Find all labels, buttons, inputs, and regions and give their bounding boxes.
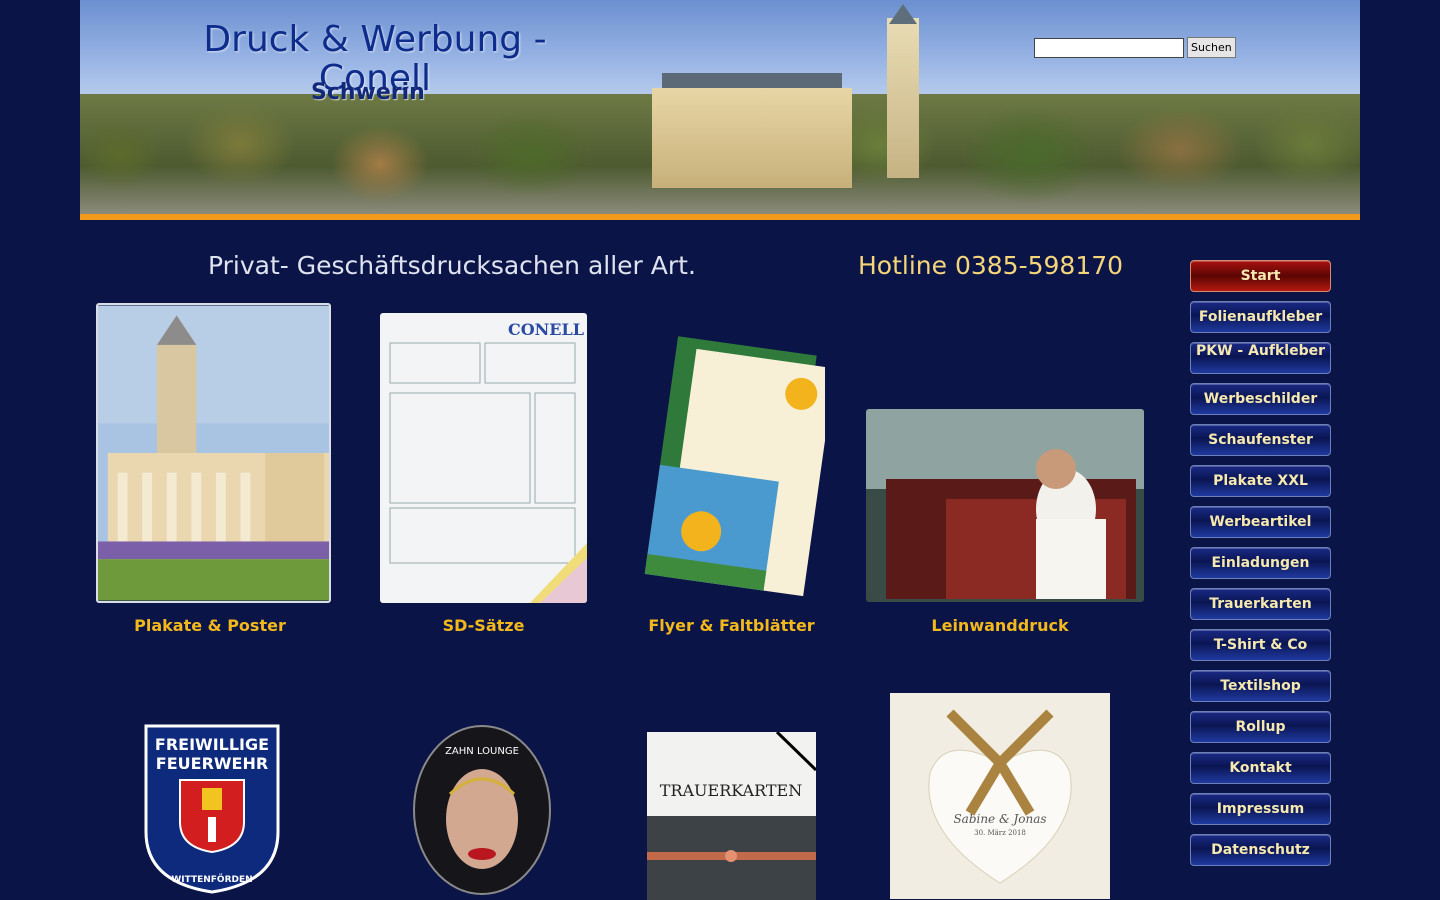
- trauer-text: TRAUERKARTEN: [660, 781, 802, 800]
- nav-textilshop[interactable]: Textilshop: [1190, 670, 1331, 702]
- nav-plakate-xxl[interactable]: Plakate XXL: [1190, 465, 1331, 497]
- tagline: Privat- Geschäftsdrucksachen aller Art.: [208, 251, 696, 280]
- nav-t-shirt[interactable]: T-Shirt & Co: [1190, 629, 1331, 661]
- leinwand-image[interactable]: [866, 409, 1144, 602]
- brand-subtitle: Schwerin: [311, 80, 425, 105]
- nav-trauerkarten[interactable]: Trauerkarten: [1190, 588, 1331, 620]
- svg-text:CONELL: CONELL: [508, 320, 584, 339]
- badge-line2: FEUERWEHR: [156, 754, 268, 773]
- nav-impressum[interactable]: Impressum: [1190, 793, 1331, 825]
- trauerkarten-image[interactable]: TRAUERKARTEN: [647, 732, 816, 900]
- product-label[interactable]: Plakate & Poster: [96, 616, 324, 635]
- nav-werbeartikel[interactable]: Werbeartikel: [1190, 506, 1331, 538]
- invite-date: 30. März 2018: [974, 829, 1026, 837]
- nav-schaufenster[interactable]: Schaufenster: [1190, 424, 1331, 456]
- product-label[interactable]: Flyer & Faltblätter: [640, 616, 823, 635]
- nav-datenschutz[interactable]: Datenschutz: [1190, 834, 1331, 866]
- site-brand[interactable]: Druck & Werbung - Conell Schwerin: [190, 18, 560, 105]
- product-label[interactable]: Leinwanddruck: [866, 616, 1134, 635]
- badge-ring: WITTENFÖRDEN: [171, 874, 252, 885]
- brand-line1: Druck & Werbung -: [203, 19, 547, 60]
- zahn-lounge-button-image[interactable]: ZAHN LOUNGE: [412, 724, 552, 896]
- feuerwehr-badge-image[interactable]: FREIWILLIGE FEUERWEHR WITTENFÖRDEN: [142, 722, 282, 894]
- sd-saetze-image[interactable]: CONELL: [380, 313, 587, 603]
- product-label[interactable]: SD-Sätze: [380, 616, 587, 635]
- search-input[interactable]: [1034, 37, 1184, 58]
- search-bar: Suchen: [1034, 37, 1236, 58]
- plakate-image[interactable]: [96, 303, 331, 603]
- nav-kontakt[interactable]: Kontakt: [1190, 752, 1331, 784]
- nav-start[interactable]: Start: [1190, 260, 1331, 292]
- nav-einladungen[interactable]: Einladungen: [1190, 547, 1331, 579]
- nav-werbeschilder[interactable]: Werbeschilder: [1190, 383, 1331, 415]
- main-navigation: Start Folienaufkleber PKW - Aufkleber We…: [1190, 260, 1332, 875]
- einladung-image[interactable]: Sabine & Jonas 30. März 2018: [890, 693, 1110, 899]
- badge-line1: FREIWILLIGE: [155, 735, 269, 754]
- nav-pkw-aufkleber[interactable]: PKW - Aufkleber: [1190, 342, 1331, 374]
- castle-image: [652, 4, 922, 188]
- nav-rollup[interactable]: Rollup: [1190, 711, 1331, 743]
- button-text: ZAHN LOUNGE: [445, 746, 519, 757]
- search-button[interactable]: Suchen: [1187, 37, 1236, 58]
- hotline: Hotline 0385-598170: [858, 251, 1124, 280]
- flyer-image[interactable]: [640, 335, 825, 605]
- nav-folienaufkleber[interactable]: Folienaufkleber: [1190, 301, 1331, 333]
- invite-names: Sabine & Jonas: [953, 812, 1046, 826]
